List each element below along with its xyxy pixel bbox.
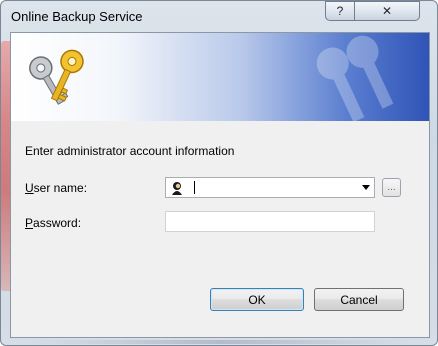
window-bottom-edge [31, 340, 411, 344]
password-field[interactable] [165, 211, 375, 232]
instruction-text: Enter administrator account information [25, 144, 235, 158]
password-label-accel: P [25, 216, 34, 230]
ok-button[interactable]: OK [210, 288, 304, 311]
dialog-banner [11, 33, 429, 121]
password-label-text: assword: [33, 216, 82, 230]
username-combobox[interactable] [165, 177, 375, 198]
dialog-client-area: Enter administrator account information … [10, 32, 430, 338]
help-icon: ? [336, 4, 344, 18]
keys-icon [29, 49, 84, 105]
close-icon: ✕ [381, 4, 393, 18]
user-icon [172, 181, 182, 195]
browse-button[interactable]: ... [382, 178, 401, 197]
username-label-text: ser name: [33, 181, 88, 195]
keys-watermark-icon [316, 35, 394, 121]
username-label: User name: [25, 181, 87, 195]
text-caret [194, 181, 195, 194]
window-title: Online Backup Service [11, 9, 143, 24]
help-button[interactable]: ? [325, 1, 355, 21]
cancel-button[interactable]: Cancel [314, 288, 404, 311]
chevron-down-icon[interactable] [362, 185, 370, 190]
username-label-accel: U [25, 181, 34, 195]
password-label: Password: [25, 216, 81, 230]
dialog-window: Online Backup Service ? ✕ Enter administ… [0, 0, 438, 346]
close-button[interactable]: ✕ [354, 1, 420, 21]
